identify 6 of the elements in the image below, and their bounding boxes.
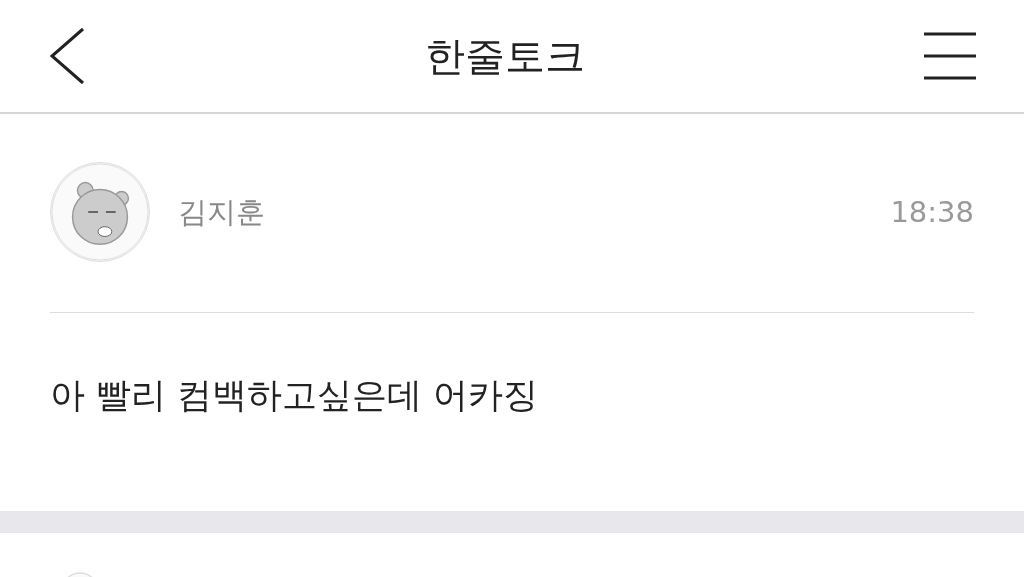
menu-icon[interactable] [924, 32, 976, 80]
post-message: 아 빨리 컴백하고싶은데 어카징 [49, 374, 540, 417]
post-time: 18:38 [890, 194, 974, 232]
page-title: 한줄토크 [425, 32, 585, 81]
author-name: 김지훈 [178, 194, 265, 232]
back-icon[interactable] [48, 27, 86, 85]
